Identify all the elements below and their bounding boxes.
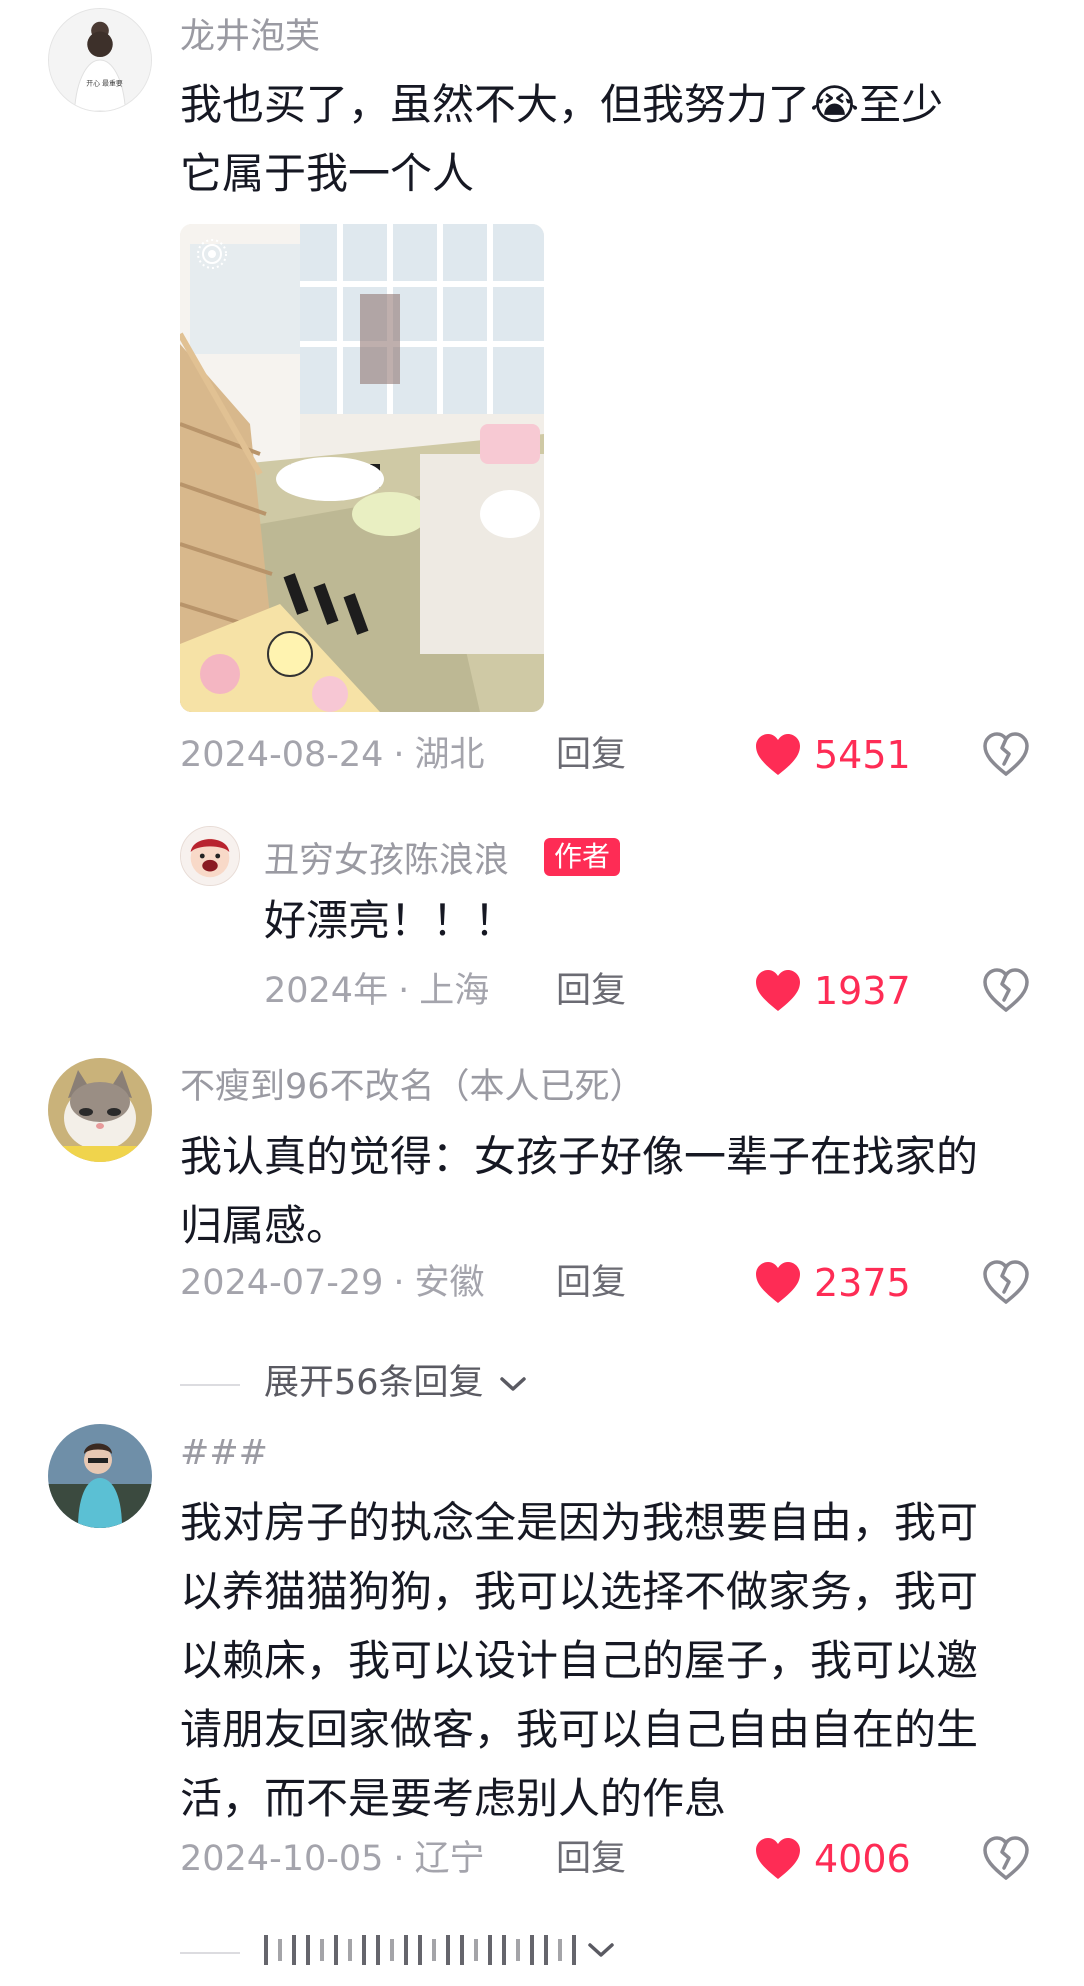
comment-text-line: 以养猫猫狗狗，我可以选择不做家务，我可	[180, 1567, 979, 1616]
meta-separator: ·	[393, 1263, 405, 1303]
avatar-girl-illustration: 开心 最重要	[49, 9, 151, 111]
comment-meta: 2024-07-29 · 安徽	[180, 1266, 485, 1301]
comment-region: 安徽	[414, 1263, 485, 1303]
comment-text-line: 它属于我一个人	[180, 149, 475, 198]
comment-meta: 2024年 · 上海	[264, 974, 489, 1009]
avatar-caption: 开心 最重要	[86, 80, 123, 88]
avatar-cat-photo	[48, 1058, 152, 1162]
divider	[180, 1384, 240, 1386]
broken-heart-icon[interactable]	[982, 1836, 1030, 1882]
username[interactable]: 龙井泡芙	[180, 20, 320, 55]
divider	[180, 1952, 240, 1954]
heart-filled-icon	[756, 1838, 800, 1879]
expand-replies-label: 展开56条回复	[264, 1363, 484, 1403]
reply-button[interactable]: 回复	[556, 974, 626, 1009]
like-count: 5451	[814, 733, 911, 777]
comment-text-line: 我认真的觉得：女孩子好像一辈子在找家的	[180, 1132, 979, 1181]
broken-heart-icon[interactable]	[982, 968, 1030, 1014]
comment-text: 好漂亮！！！	[264, 886, 1044, 955]
reply-button[interactable]: 回复	[556, 1266, 626, 1301]
expand-replies-button[interactable]: 展开56条回复	[264, 1366, 528, 1401]
comment-text-line: 以赖床，我可以设计自己的屋子，我可以邀	[180, 1636, 979, 1685]
comment-text-line: 归属感。	[180, 1201, 349, 1250]
comment-text-line: 我对房子的执念全是因为我想要自由，我可	[180, 1498, 979, 1547]
meta-separator: ·	[393, 735, 405, 775]
comment-text: 我对房子的执念全是因为我想要自由，我可 以养猫猫狗狗，我可以选择不做家务，我可 …	[180, 1488, 1060, 1833]
author-badge: 作者	[544, 838, 621, 876]
heart-filled-icon	[756, 970, 800, 1011]
like-count: 4006	[814, 1837, 911, 1881]
like-button[interactable]: 1937	[754, 969, 911, 1013]
comment-text: 我认真的觉得：女孩子好像一辈子在找家的 归属感。	[180, 1122, 1060, 1260]
like-button[interactable]: 4006	[754, 1837, 911, 1881]
username[interactable]: 丑穷女孩陈浪浪	[264, 844, 509, 879]
broken-heart-icon[interactable]	[982, 732, 1030, 778]
avatar[interactable]: 开心 最重要	[48, 8, 152, 112]
meta-separator: ·	[398, 971, 410, 1011]
expand-replies-button-obscured[interactable]	[264, 1935, 616, 1965]
chevron-down-icon	[499, 1376, 526, 1391]
room-photo[interactable]	[180, 224, 544, 712]
username[interactable]: 不瘦到96不改名（本人已死）	[180, 1070, 645, 1105]
comment-meta: 2024-10-05 · 辽宁	[180, 1842, 485, 1877]
avatar-portrait-photo	[48, 1424, 152, 1528]
room-photo-image	[180, 224, 544, 712]
comment-region: 湖北	[414, 735, 485, 775]
comment-text-line: 好漂亮！！！	[264, 896, 517, 945]
comment-text-line: 活，而不是要考虑别人的作息	[180, 1774, 727, 1823]
comment-date: 2024-08-24	[180, 735, 384, 775]
reply-button[interactable]: 回复	[556, 1842, 626, 1877]
comment-text-line: 请朋友回家做客，我可以自己自由自在的生	[180, 1705, 979, 1754]
chevron-down-icon	[588, 1943, 614, 1957]
broken-heart-icon[interactable]	[982, 1260, 1030, 1306]
comment-region: 上海	[419, 971, 490, 1011]
comment-text: 我也买了，虽然不大，但我努力了😭至少 它属于我一个人	[180, 70, 1060, 208]
comment-text-line: 我也买了，虽然不大，但我努力了😭至少	[180, 80, 944, 129]
avatar[interactable]	[48, 1424, 152, 1528]
comment-date: 2024年	[264, 971, 389, 1011]
like-button[interactable]: 2375	[754, 1261, 911, 1305]
heart-filled-icon	[756, 1262, 800, 1303]
like-count: 2375	[814, 1261, 911, 1305]
like-count: 1937	[814, 969, 911, 1013]
heart-filled-icon	[756, 734, 800, 775]
avatar[interactable]	[48, 1058, 152, 1162]
comment-date: 2024-07-29	[180, 1263, 384, 1303]
comment-region: 辽宁	[414, 1839, 485, 1879]
username[interactable]: ###	[180, 1436, 268, 1471]
avatar-cartoon-crying	[181, 827, 239, 885]
meta-separator: ·	[393, 1839, 405, 1879]
comment-meta: 2024-08-24 · 湖北	[180, 738, 485, 773]
comment-date: 2024-10-05	[180, 1839, 384, 1879]
reply-button[interactable]: 回复	[556, 738, 626, 773]
like-button[interactable]: 5451	[754, 733, 911, 777]
avatar[interactable]	[180, 826, 240, 886]
